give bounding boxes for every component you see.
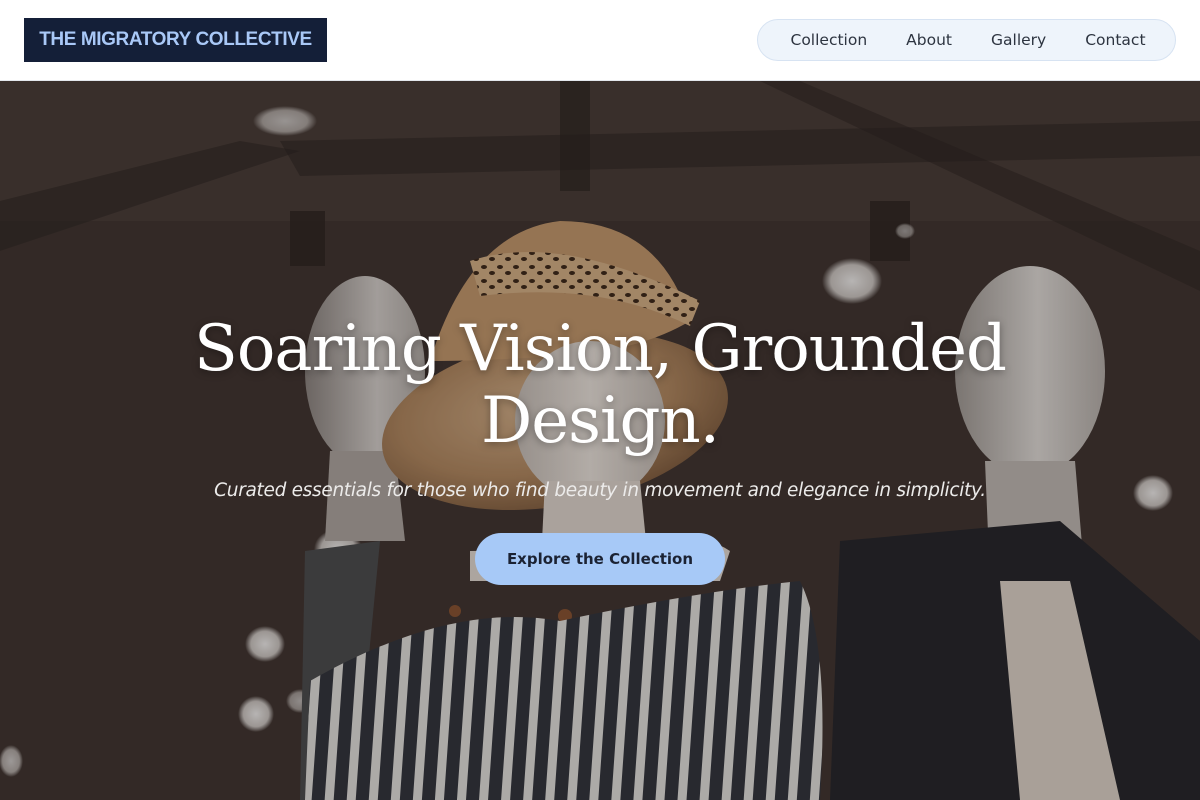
hero-section: Soaring Vision, Grounded Design. Curated …: [0, 81, 1200, 800]
hero-title: Soaring Vision, Grounded Design.: [150, 313, 1050, 457]
hero-content: Soaring Vision, Grounded Design. Curated …: [0, 81, 1200, 800]
brand-logo[interactable]: THE MIGRATORY COLLECTIVE: [24, 18, 327, 62]
site-header: THE MIGRATORY COLLECTIVE Collection Abou…: [0, 0, 1200, 81]
nav-link-gallery[interactable]: Gallery: [972, 20, 1066, 60]
hero-subtitle: Curated essentials for those who find be…: [214, 480, 986, 501]
nav-link-about[interactable]: About: [887, 20, 972, 60]
nav-link-contact[interactable]: Contact: [1066, 20, 1165, 60]
hero-title-line-1: Soaring Vision, Grounded: [194, 312, 1007, 386]
main-nav: Collection About Gallery Contact: [757, 19, 1176, 61]
nav-link-collection[interactable]: Collection: [771, 20, 887, 60]
hero-title-line-2: Design.: [480, 384, 720, 458]
explore-collection-button[interactable]: Explore the Collection: [475, 533, 725, 585]
